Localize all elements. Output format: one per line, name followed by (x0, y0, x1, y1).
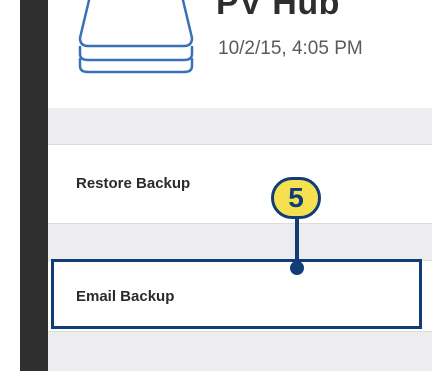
email-backup-highlight (51, 259, 422, 329)
restore-backup-label: Restore Backup (76, 175, 191, 192)
hub-header: PV Hub 10/2/15, 4:05 PM (48, 0, 432, 108)
callout-pointer-dot (290, 261, 304, 275)
section-separator (48, 108, 432, 144)
outer-margin (0, 0, 20, 371)
device-frame: PV Hub 10/2/15, 4:05 PM Restore Backup E… (0, 0, 432, 371)
hub-title: PV Hub (216, 0, 340, 22)
callout-pointer-line (295, 214, 299, 264)
section-separator (48, 224, 432, 260)
hub-stack-icon (78, 0, 194, 74)
step-number-badge: 5 (271, 177, 321, 219)
device-bezel (20, 0, 48, 371)
restore-backup-item[interactable]: Restore Backup (48, 144, 432, 224)
section-separator (48, 332, 432, 371)
hub-timestamp: 10/2/15, 4:05 PM (218, 38, 363, 59)
